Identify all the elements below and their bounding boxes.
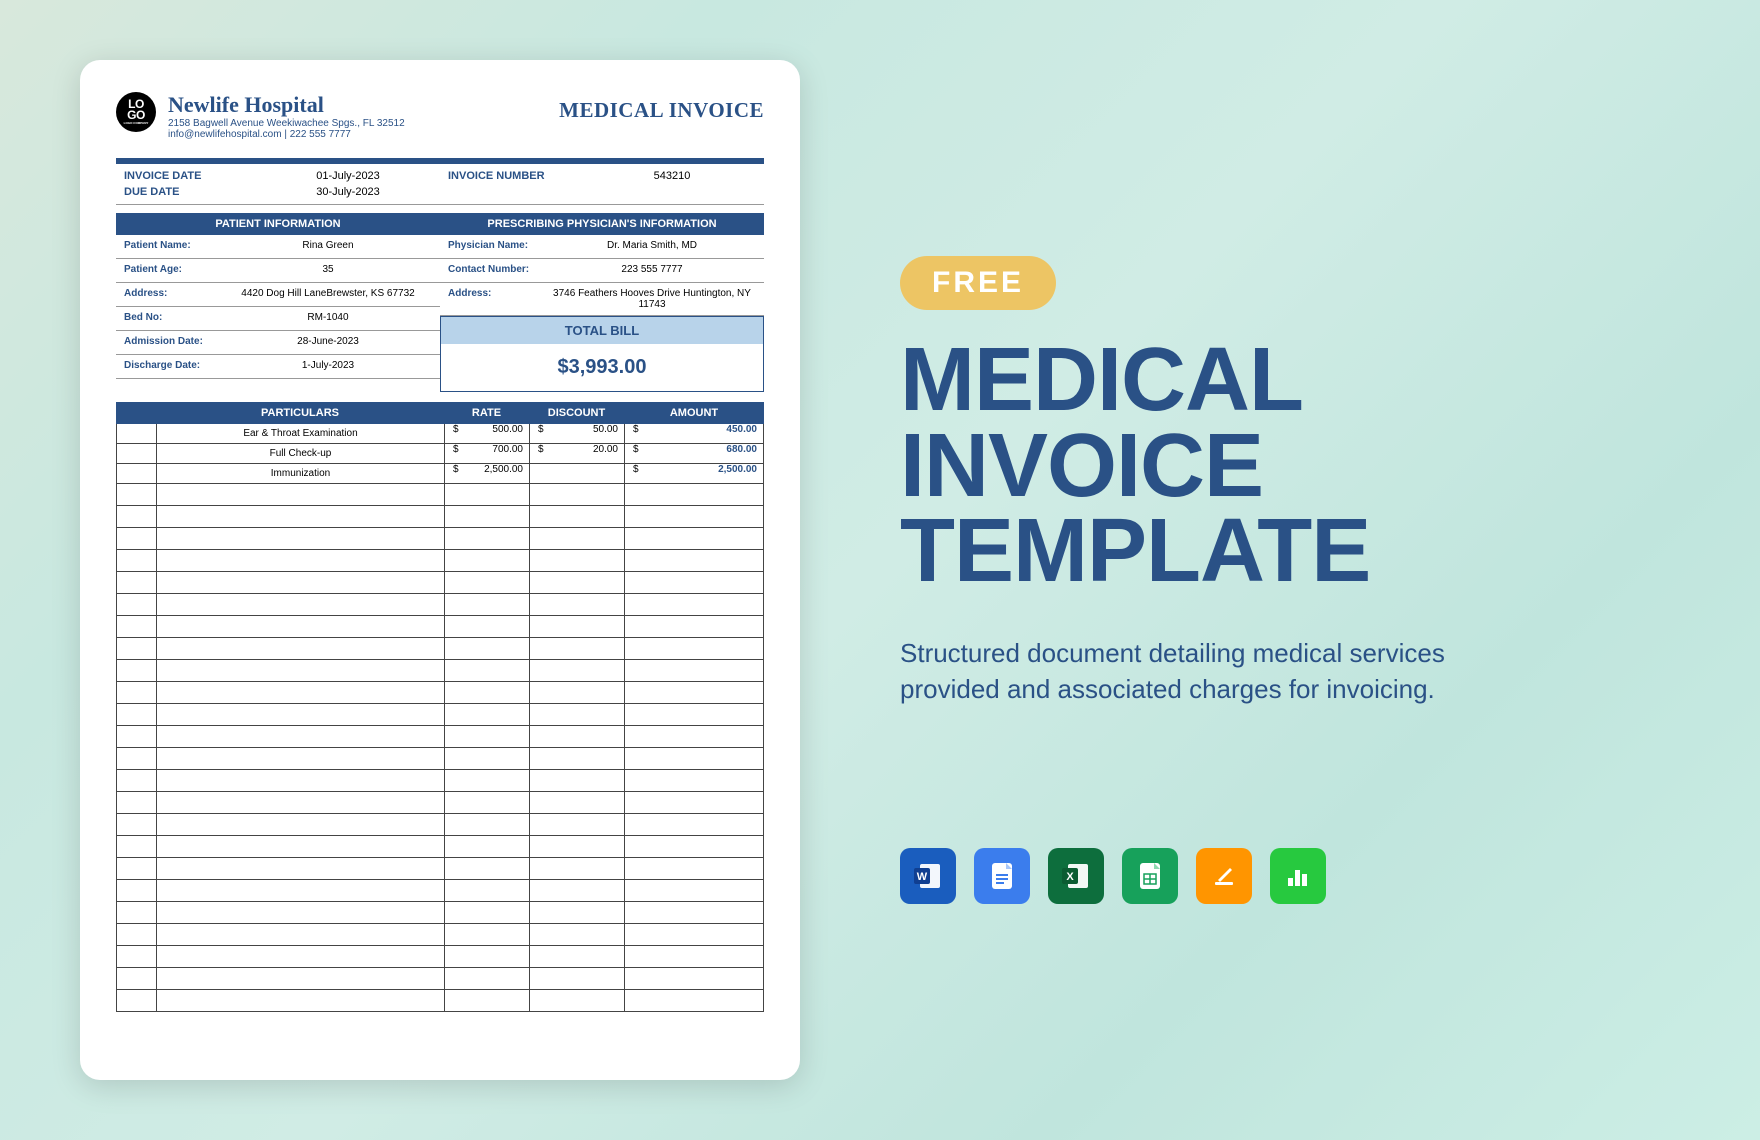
value-admission: 28-June-2023	[216, 331, 440, 354]
value-invoice-number: 543210	[580, 168, 764, 184]
label-patient-address: Address:	[116, 283, 216, 306]
label-admission: Admission Date:	[116, 331, 216, 354]
label-discharge: Discharge Date:	[116, 355, 216, 378]
empty-row	[116, 704, 764, 726]
empty-row	[116, 770, 764, 792]
empty-row	[116, 902, 764, 924]
invoice-preview: LO GO LOGO COMPANY Newlife Hospital 2158…	[80, 60, 800, 1080]
empty-row	[116, 792, 764, 814]
patient-section-header: PATIENT INFORMATION	[116, 213, 440, 235]
value-invoice-date: 01-July-2023	[256, 168, 440, 184]
empty-row	[116, 572, 764, 594]
col-rate: RATE	[444, 402, 529, 424]
google-docs-icon[interactable]	[974, 848, 1030, 904]
svg-text:W: W	[917, 871, 928, 883]
empty-row	[116, 528, 764, 550]
line-item-row: Ear & Throat Examination$500.00$50.00$45…	[116, 424, 764, 444]
value-physician-address: 3746 Feathers Hooves Drive Huntington, N…	[540, 283, 764, 315]
label-invoice-number: INVOICE NUMBER	[448, 168, 572, 184]
line-item-row: Immunization$2,500.00$2,500.00	[116, 464, 764, 484]
total-bill-value: $3,993.00	[441, 344, 763, 391]
label-invoice-date: INVOICE DATE	[124, 168, 248, 184]
empty-row	[116, 836, 764, 858]
value-bed-no: RM-1040	[216, 307, 440, 330]
free-badge: FREE	[900, 256, 1056, 310]
col-amount: AMOUNT	[624, 402, 764, 424]
label-patient-name: Patient Name:	[116, 235, 216, 258]
app-icon-row: W X	[900, 848, 1680, 904]
empty-row	[116, 550, 764, 572]
label-contact-number: Contact Number:	[440, 259, 540, 282]
hospital-name: Newlife Hospital	[168, 92, 405, 118]
empty-row	[116, 726, 764, 748]
value-due-date: 30-July-2023	[256, 184, 440, 200]
empty-row	[116, 880, 764, 902]
empty-row	[116, 990, 764, 1012]
value-discharge: 1-July-2023	[216, 355, 440, 378]
hospital-contact: info@newlifehospital.com | 222 555 7777	[168, 129, 405, 140]
physician-section-header: PRESCRIBING PHYSICIAN'S INFORMATION	[440, 213, 764, 235]
template-title: MEDICAL INVOICE TEMPLATE	[900, 338, 1680, 595]
total-bill-header: TOTAL BILL	[441, 317, 763, 344]
excel-icon[interactable]: X	[1048, 848, 1104, 904]
empty-row	[116, 858, 764, 880]
col-discount: DISCOUNT	[529, 402, 624, 424]
value-patient-age: 35	[216, 259, 440, 282]
value-physician-name: Dr. Maria Smith, MD	[540, 235, 764, 258]
empty-row	[116, 814, 764, 836]
value-patient-address: 4420 Dog Hill LaneBrewster, KS 67732	[216, 283, 440, 306]
template-description: Structured document detailing medical se…	[900, 635, 1520, 708]
empty-row	[116, 968, 764, 990]
empty-row	[116, 594, 764, 616]
empty-row	[116, 924, 764, 946]
empty-row	[116, 616, 764, 638]
empty-row	[116, 484, 764, 506]
label-physician-name: Physician Name:	[440, 235, 540, 258]
empty-row	[116, 506, 764, 528]
value-patient-name: Rina Green	[216, 235, 440, 258]
label-due-date: DUE DATE	[124, 184, 248, 200]
svg-text:X: X	[1066, 871, 1074, 883]
label-bed-no: Bed No:	[116, 307, 216, 330]
logo-icon: LO GO LOGO COMPANY	[116, 92, 156, 132]
value-contact-number: 223 555 7777	[540, 259, 764, 282]
empty-row	[116, 682, 764, 704]
empty-row	[116, 748, 764, 770]
pages-icon[interactable]	[1196, 848, 1252, 904]
col-particulars: PARTICULARS	[156, 402, 444, 424]
label-physician-address: Address:	[440, 283, 540, 315]
empty-row	[116, 946, 764, 968]
line-item-row: Full Check-up$700.00$20.00$680.00	[116, 444, 764, 464]
marketing-panel: FREE MEDICAL INVOICE TEMPLATE Structured…	[900, 236, 1680, 903]
google-sheets-icon[interactable]	[1122, 848, 1178, 904]
empty-row	[116, 660, 764, 682]
empty-row	[116, 638, 764, 660]
document-title: MEDICAL INVOICE	[559, 92, 764, 123]
word-icon[interactable]: W	[900, 848, 956, 904]
hospital-address: 2158 Bagwell Avenue Weekiwachee Spgs., F…	[168, 118, 405, 129]
label-patient-age: Patient Age:	[116, 259, 216, 282]
numbers-icon[interactable]	[1270, 848, 1326, 904]
